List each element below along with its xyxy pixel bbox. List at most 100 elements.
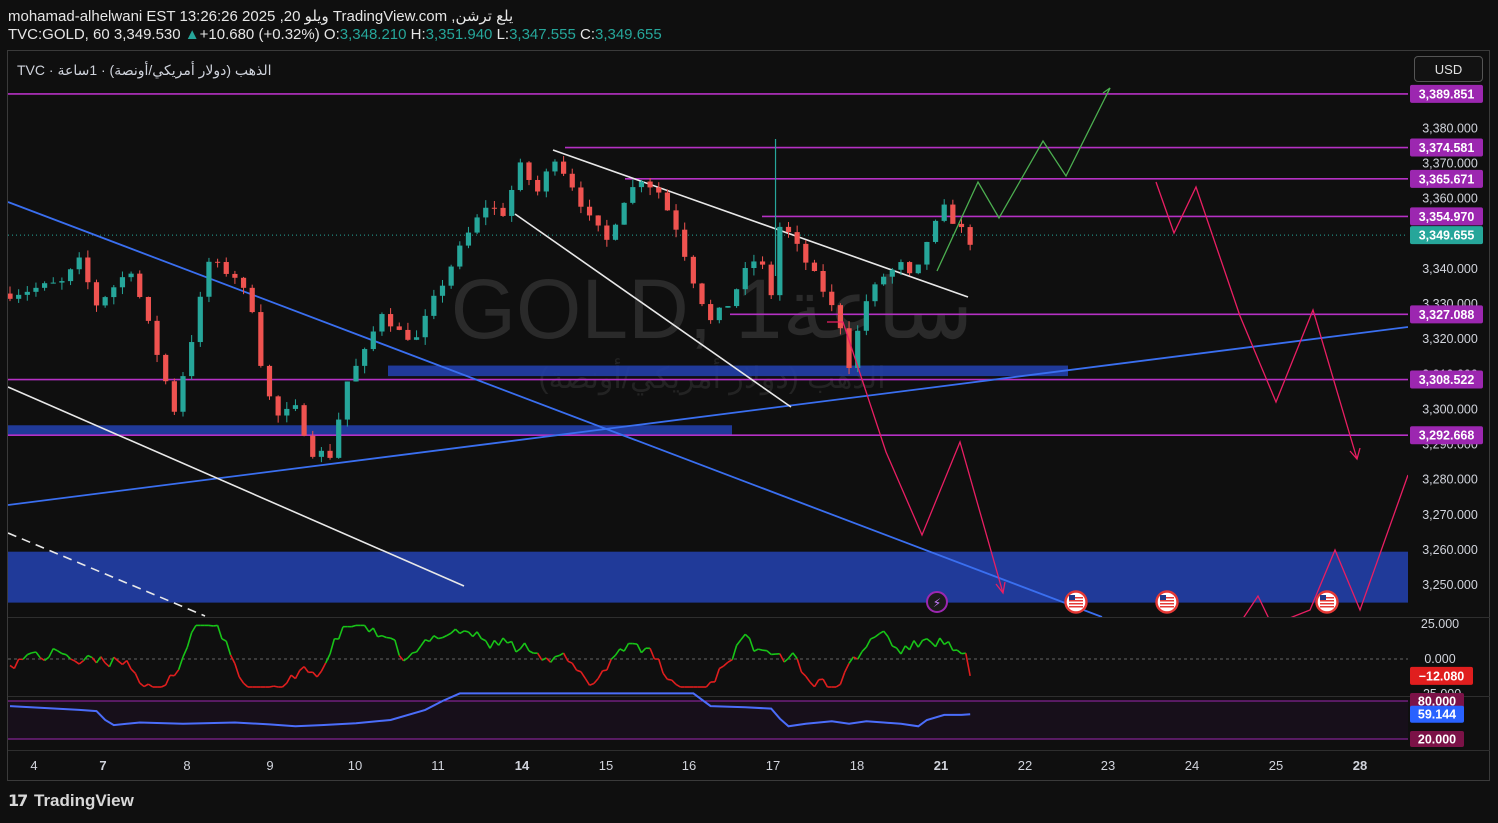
- candle-body[interactable]: [448, 266, 454, 286]
- candle-body[interactable]: [16, 294, 22, 299]
- candle-body[interactable]: [907, 262, 913, 274]
- candle-body[interactable]: [33, 287, 39, 292]
- candle-body[interactable]: [111, 287, 117, 298]
- candle-body[interactable]: [837, 305, 843, 329]
- candle-body[interactable]: [759, 261, 766, 265]
- demand-zone[interactable]: [8, 551, 1408, 603]
- candle-body[interactable]: [500, 207, 506, 216]
- candle-body[interactable]: [59, 281, 65, 283]
- demand-zone[interactable]: [388, 365, 1068, 377]
- candle-body[interactable]: [128, 273, 134, 278]
- candle-body[interactable]: [301, 405, 307, 436]
- candle-body[interactable]: [439, 285, 446, 296]
- candle-body[interactable]: [708, 304, 714, 321]
- us-flag-event-icon[interactable]: [1155, 590, 1179, 614]
- us-flag-event-icon[interactable]: [1315, 590, 1339, 614]
- level-price-tag[interactable]: 3,354.970: [1410, 207, 1483, 226]
- candle-body[interactable]: [258, 312, 264, 366]
- candle-body[interactable]: [474, 217, 480, 233]
- candle-body[interactable]: [958, 223, 965, 228]
- candle-body[interactable]: [829, 291, 835, 306]
- candle-body[interactable]: [690, 256, 696, 284]
- candle-body[interactable]: [535, 179, 541, 192]
- candle-body[interactable]: [561, 161, 567, 174]
- tradingview-logo[interactable]: 𝟭𝟳 TradingView: [8, 791, 134, 811]
- candle-body[interactable]: [924, 241, 930, 265]
- candle-body[interactable]: [76, 257, 82, 270]
- candle-body[interactable]: [725, 306, 731, 308]
- candle-body[interactable]: [716, 307, 722, 321]
- candle-body[interactable]: [734, 289, 740, 307]
- price-pane[interactable]: GOLD, 1ساعةالذهب (دولار أمريكي/أونصة): [7, 87, 1408, 625]
- level-price-tag[interactable]: 3,365.671: [1410, 169, 1483, 188]
- candle-body[interactable]: [353, 365, 359, 382]
- candle-body[interactable]: [595, 215, 601, 226]
- candle-body[interactable]: [612, 224, 619, 240]
- candle-body[interactable]: [215, 261, 221, 263]
- candle-body[interactable]: [967, 227, 973, 245]
- candle-body[interactable]: [889, 269, 895, 277]
- candle-body[interactable]: [638, 181, 645, 188]
- candle-body[interactable]: [491, 207, 497, 209]
- rsi-level-tag[interactable]: 20.000: [1410, 731, 1464, 747]
- candle-body[interactable]: [137, 273, 143, 297]
- candle-body[interactable]: [206, 261, 212, 297]
- candle-body[interactable]: [811, 262, 818, 271]
- candle-body[interactable]: [318, 450, 324, 457]
- rsi-value-tag[interactable]: 59.144: [1410, 705, 1464, 723]
- level-price-tag[interactable]: 3,327.088: [1410, 305, 1483, 324]
- candle-body[interactable]: [517, 162, 523, 190]
- candle-body[interactable]: [820, 270, 826, 292]
- candle-body[interactable]: [292, 405, 299, 409]
- candle-body[interactable]: [777, 226, 783, 296]
- candle-body[interactable]: [388, 314, 394, 327]
- candle-body[interactable]: [751, 261, 757, 269]
- candle-body[interactable]: [154, 320, 160, 355]
- candle-body[interactable]: [396, 326, 402, 330]
- candle-body[interactable]: [379, 314, 385, 332]
- candle-body[interactable]: [950, 204, 956, 224]
- candle-body[interactable]: [275, 396, 281, 416]
- candle-body[interactable]: [465, 232, 472, 246]
- candle-body[interactable]: [197, 296, 203, 343]
- candle-body[interactable]: [509, 189, 515, 216]
- candle-body[interactable]: [932, 220, 939, 242]
- candle-body[interactable]: [543, 171, 549, 192]
- candle-body[interactable]: [872, 284, 878, 302]
- level-price-tag[interactable]: 3,374.581: [1410, 138, 1483, 157]
- candle-body[interactable]: [621, 202, 627, 225]
- candle-body[interactable]: [768, 264, 774, 296]
- candle-body[interactable]: [483, 207, 489, 218]
- currency-button[interactable]: USD: [1414, 56, 1483, 82]
- current-price-tag[interactable]: 3,349.655: [1410, 226, 1483, 245]
- candle-body[interactable]: [310, 435, 316, 457]
- candle-body[interactable]: [24, 291, 30, 295]
- candle-body[interactable]: [785, 226, 792, 233]
- price-axis[interactable]: 3,380.0003,370.0003,360.0003,350.0003,34…: [1410, 84, 1483, 748]
- candle-body[interactable]: [249, 287, 255, 313]
- candle-body[interactable]: [42, 283, 48, 288]
- candle-body[interactable]: [941, 204, 947, 221]
- candle-body[interactable]: [171, 381, 177, 412]
- candle-body[interactable]: [794, 232, 800, 244]
- candle-body[interactable]: [223, 262, 229, 274]
- candle-body[interactable]: [240, 277, 247, 288]
- candle-body[interactable]: [569, 173, 575, 188]
- candle-body[interactable]: [457, 245, 463, 267]
- candle-body[interactable]: [50, 282, 56, 284]
- candle-body[interactable]: [422, 315, 428, 338]
- candle-body[interactable]: [405, 329, 411, 340]
- candle-body[interactable]: [604, 225, 610, 240]
- candle-body[interactable]: [362, 349, 368, 366]
- candle-body[interactable]: [863, 301, 869, 331]
- bearish-projection-path-2[interactable]: [1155, 181, 1358, 460]
- candle-body[interactable]: [630, 187, 636, 203]
- momentum-oscillator-pane[interactable]: [8, 624, 1408, 688]
- candle-body[interactable]: [431, 295, 437, 316]
- candle-body[interactable]: [915, 264, 921, 274]
- candle-body[interactable]: [413, 337, 420, 340]
- candle-body[interactable]: [284, 408, 290, 416]
- candle-body[interactable]: [586, 206, 593, 216]
- candle-body[interactable]: [163, 354, 169, 382]
- candle-body[interactable]: [656, 187, 662, 193]
